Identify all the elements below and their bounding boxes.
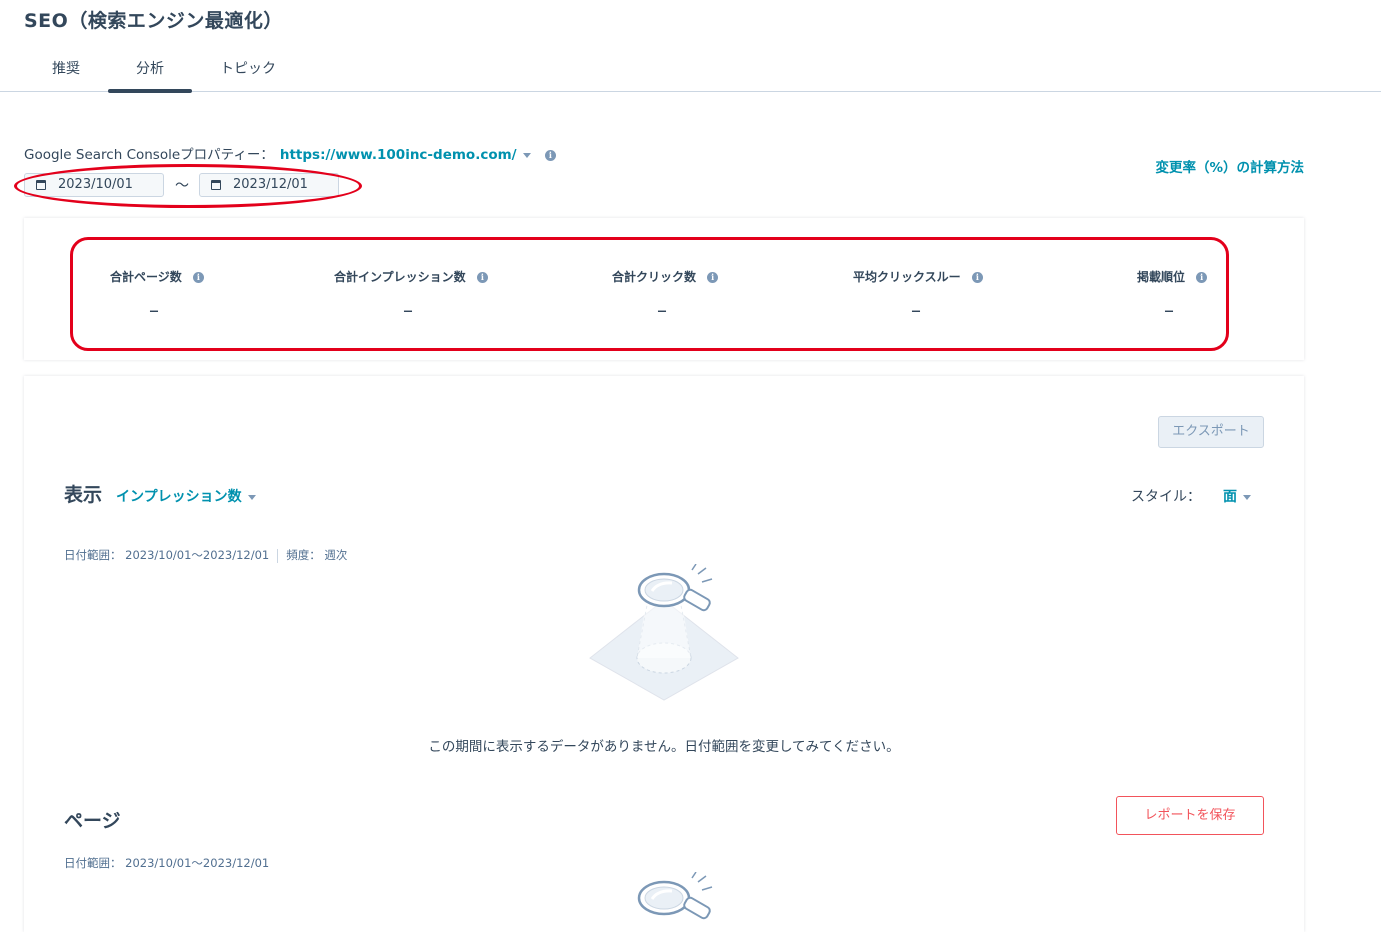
info-icon[interactable]: i: [544, 149, 556, 161]
gsc-property-row: Google Search Consoleプロパティー： https://www.…: [24, 143, 556, 163]
no-data-magnifier-illustration: [637, 872, 713, 920]
kpi-average-position: 掲載順位 i: [1137, 268, 1208, 285]
save-report-button[interactable]: レポートを保存: [1116, 796, 1264, 835]
gsc-property-dropdown[interactable]: https://www.100inc-demo.com/: [280, 147, 531, 163]
no-data-magnifier-illustration: [589, 564, 739, 701]
kpi-summary-card: [24, 218, 1304, 360]
kpi-value: –: [403, 298, 413, 322]
tab-recommendations[interactable]: 推奨: [52, 58, 80, 78]
date-range-meta: 日付範囲： 2023/10/01〜2023/12/01: [64, 548, 270, 562]
gsc-property-url: https://www.100inc-demo.com/: [279, 147, 517, 163]
info-icon[interactable]: i: [1196, 272, 1208, 283]
date-range-separator: 〜: [175, 178, 189, 194]
tab-bar: 推奨 分析 トピック: [0, 50, 1381, 93]
kpi-value: –: [657, 298, 667, 322]
kpi-total-impressions: 合計インプレッション数 i: [334, 268, 488, 285]
export-button[interactable]: エクスポート: [1158, 416, 1264, 448]
page-title: SEO（検索エンジン最適化）: [24, 10, 283, 32]
info-icon[interactable]: i: [192, 272, 204, 283]
kpi-total-clicks: 合計クリック数 i: [612, 268, 719, 285]
gsc-property-label: Google Search Consoleプロパティー：: [24, 147, 274, 163]
kpi-label: 合計クリック数: [612, 270, 697, 284]
style-dropdown[interactable]: 面: [1223, 486, 1251, 506]
kpi-label: 合計ページ数: [110, 270, 182, 284]
start-date-input[interactable]: 2023/10/01: [24, 173, 164, 197]
info-icon[interactable]: i: [476, 272, 488, 283]
kpi-average-ctr: 平均クリックスルー i: [853, 268, 983, 285]
metric-dropdown[interactable]: インプレッション数: [116, 486, 256, 506]
active-tab-indicator: [108, 89, 192, 93]
end-date-input[interactable]: 2023/12/01: [199, 173, 339, 197]
style-label: スタイル：: [1131, 489, 1201, 505]
change-rate-calculation-link[interactable]: 変更率（%）の計算方法: [1155, 156, 1304, 176]
date-range-meta: 日付範囲： 2023/10/01〜2023/12/01: [64, 856, 270, 870]
kpi-label: 掲載順位: [1137, 270, 1186, 284]
tab-analytics[interactable]: 分析: [136, 58, 164, 78]
info-icon[interactable]: i: [707, 272, 719, 283]
display-section-title: 表示: [64, 484, 103, 506]
info-icon[interactable]: i: [971, 272, 983, 283]
frequency-meta: 頻度： 週次: [286, 548, 348, 562]
kpi-label: 平均クリックスルー: [853, 270, 961, 284]
calendar-icon: [211, 180, 221, 190]
pages-chart-meta: 日付範囲： 2023/10/01〜2023/12/01: [64, 855, 269, 871]
kpi-label: 合計インプレッション数: [334, 270, 466, 284]
empty-state-message: この期間に表示するデータがありません。日付範囲を変更してみてください。: [428, 739, 900, 755]
metric-dropdown-value: インプレッション数: [116, 489, 242, 505]
chevron-down-icon: [247, 494, 256, 500]
start-date-value: 2023/10/01: [58, 177, 133, 192]
chart-meta: 日付範囲： 2023/10/01〜2023/12/01 頻度： 週次: [64, 547, 347, 563]
kpi-value: –: [911, 298, 921, 322]
kpi-value: –: [1164, 298, 1174, 322]
divider: [277, 548, 279, 563]
kpi-total-pages: 合計ページ数 i: [110, 268, 204, 285]
calendar-icon: [36, 180, 46, 190]
tab-topics[interactable]: トピック: [220, 58, 276, 78]
pages-section-title: ページ: [64, 810, 121, 832]
style-dropdown-value: 面: [1223, 489, 1237, 505]
end-date-value: 2023/12/01: [233, 177, 308, 192]
kpi-value: –: [149, 298, 159, 322]
chevron-down-icon: [1243, 494, 1251, 500]
chevron-down-icon: [522, 152, 531, 158]
